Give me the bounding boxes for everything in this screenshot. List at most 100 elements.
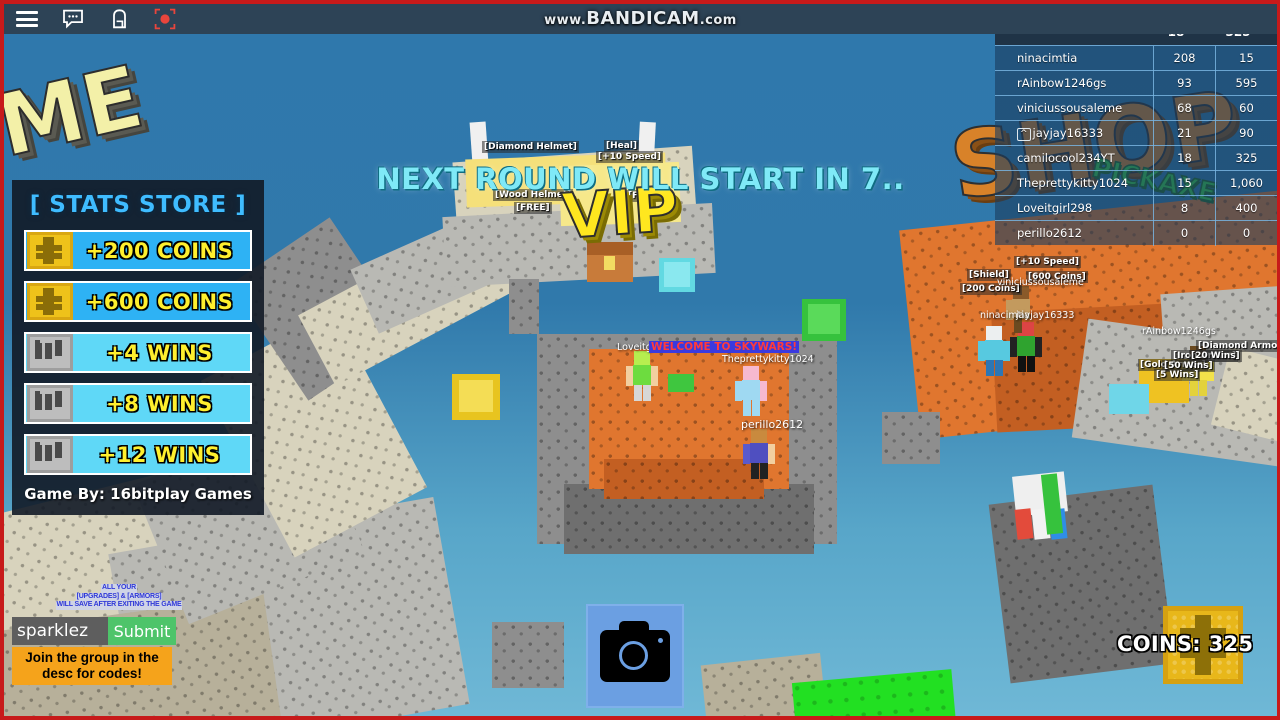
leaderboard-row-coins: 60	[1215, 95, 1277, 121]
store-button-label: +12 WINS	[98, 442, 221, 467]
leaderboard-row-name: viniciussousaleme	[1017, 101, 1123, 115]
chest-lid	[587, 242, 633, 255]
record-icon[interactable]	[142, 4, 188, 34]
floating-gold-block	[459, 380, 493, 412]
store-button[interactable]: +12 WINS	[24, 434, 252, 475]
floating-stone-block	[492, 622, 564, 688]
leaderboard-row-coins: 325	[1215, 145, 1277, 171]
leaderboard-row: camilocool234YT 18 325	[995, 145, 1277, 171]
code-hint: Join the group in the desc for codes!	[12, 647, 172, 685]
stats-store-panel: [ STATS STORE ] +200 COINS +600 COINS +4 W…	[12, 180, 264, 515]
leaderboard-row-wins: 93	[1153, 70, 1215, 96]
menu-icon[interactable]	[4, 4, 50, 34]
store-button[interactable]: +4 WINS	[24, 332, 252, 373]
leaderboard-row-name: rAinbow1246gs	[1017, 76, 1107, 90]
leaderboard-row-wins: 21	[1153, 120, 1215, 146]
shop-item-tag: [+10 Speed]	[1014, 256, 1081, 268]
wins-icon	[27, 334, 73, 371]
store-button-label: +600 COINS	[85, 289, 234, 314]
shop-item-tag: [Wood Helmet]	[493, 189, 574, 201]
marker-red	[1014, 508, 1034, 540]
leaderboard-row-wins: 8	[1153, 195, 1215, 221]
shop-item-tag: [FREE]	[514, 202, 552, 214]
player-nametag: viniciussousaleme	[997, 277, 1084, 288]
backpack-icon[interactable]	[96, 4, 142, 34]
leaderboard-row-coins: 595	[1215, 70, 1277, 96]
stats-store-title: [ STATS STORE ]	[29, 192, 247, 218]
leaderboard-row-name: ^ jayjay16333	[995, 126, 1153, 141]
leaderboard-rows: ninacimtia 208 15 rAinbow1246gs 93 595 viniciu…	[995, 45, 1277, 246]
player-nametag: perillo2612	[741, 418, 804, 431]
floating-diamond-block	[664, 262, 690, 287]
leaderboard-row-name: Theprettykitty1024	[1017, 176, 1129, 190]
leaderboard: camilocool234YT Account: <13 Wins 18 Coi…	[995, 4, 1277, 246]
leaderboard-row-wins: 208	[1153, 45, 1215, 71]
leaderboard-row-coins: 90	[1215, 120, 1277, 146]
game-screen: ME SHOP VIP PICKAXE [Diamond Helmet][Woo…	[0, 0, 1280, 720]
leaderboard-row-coins: 15	[1215, 45, 1277, 71]
leaderboard-row-coins: 400	[1215, 195, 1277, 221]
coins-hud-label: COINS: 325	[1117, 632, 1254, 656]
world-text-game: ME	[0, 46, 153, 178]
wins-icon	[27, 385, 73, 422]
diamond-block	[1109, 384, 1149, 414]
game-credit: Game By: 16bitplay Games	[24, 485, 252, 503]
shop-item-tag: [Diamond Helmet]	[482, 141, 579, 153]
coins-hud: COINS: 325	[1117, 606, 1255, 698]
leaderboard-row-wins: 15	[1153, 170, 1215, 196]
leaderboard-row-name: Loveitgirl298	[1017, 201, 1093, 215]
player-nametag: Theprettykitty1024	[722, 354, 814, 365]
leaderboard-row-name: perillo2612	[1017, 226, 1082, 240]
leaderboard-row: Loveitgirl298 8 400	[995, 195, 1277, 221]
camera-button[interactable]	[586, 604, 684, 708]
shop-item-tag: [+10 Speed]	[596, 151, 663, 163]
chat-icon[interactable]	[50, 4, 96, 34]
save-notice-line2: [UPGRADES] & [ARMORS]	[75, 592, 163, 601]
save-notice-line3: WILL SAVE AFTER EXITING THE GAME	[55, 601, 183, 610]
player-badge-icon: ^	[1017, 127, 1031, 141]
store-button-label: +8 WINS	[106, 391, 213, 416]
leaderboard-row-coins: 1,060	[1215, 170, 1277, 196]
code-entry-row: Submit	[12, 617, 176, 645]
leaderboard-row: viniciussousaleme 68 60	[995, 95, 1277, 121]
roblox-topbar	[4, 4, 1277, 34]
player-nametag: jayjay16333	[1016, 310, 1075, 321]
leaderboard-row-coins: 0	[1215, 220, 1277, 246]
leaderboard-row: rAinbow1246gs 93 595	[995, 70, 1277, 96]
welcome-banner: WELCOME TO SKYWARS!	[649, 341, 800, 353]
store-button-label: +4 WINS	[106, 340, 213, 365]
store-button-label: +200 COINS	[85, 238, 234, 263]
store-button[interactable]: +600 COINS	[24, 281, 252, 322]
camera-flash-icon	[658, 638, 663, 643]
leaderboard-row-name: camilocool234YT	[1017, 151, 1115, 165]
leaderboard-row: ^ jayjay16333 21 90	[995, 120, 1277, 146]
leaderboard-row: Theprettykitty1024 15 1,060	[995, 170, 1277, 196]
leaderboard-row: ninacimtia 208 15	[995, 45, 1277, 71]
leaderboard-row: perillo2612 0 0	[995, 220, 1277, 246]
grass-block	[668, 374, 694, 392]
coin-icon	[27, 283, 73, 320]
leaderboard-row-name: ninacimtia	[1017, 51, 1078, 65]
floating-stone-block	[882, 412, 940, 464]
save-notice-line1: ALL YOUR	[101, 584, 137, 593]
wins-icon	[27, 436, 73, 473]
store-button[interactable]: +200 COINS	[24, 230, 252, 271]
coin-icon	[27, 232, 73, 269]
player-nametag: rAinbow1246gs	[1142, 326, 1216, 337]
shop-item-tag: [FREE]	[626, 190, 664, 202]
center-island-top	[604, 459, 764, 499]
camera-lens-icon	[619, 641, 648, 670]
stats-store-buttons: +200 COINS +600 COINS +4 WINS +8 WINS +12 WI…	[24, 230, 252, 475]
floating-stone-block	[509, 279, 539, 334]
chest-lock	[604, 256, 615, 270]
camera-icon	[600, 621, 670, 682]
leaderboard-row-wins: 0	[1153, 220, 1215, 246]
code-submit-button[interactable]: Submit	[108, 617, 176, 645]
shop-item-tag: [5 Wins]	[1154, 369, 1201, 381]
store-button[interactable]: +8 WINS	[24, 383, 252, 424]
floating-grass-block	[808, 304, 840, 334]
save-notice: ALL YOUR [UPGRADES] & [ARMORS] WILL SAVE…	[44, 584, 194, 610]
code-input[interactable]	[12, 617, 108, 645]
leaderboard-row-wins: 68	[1153, 95, 1215, 121]
leaderboard-row-wins: 18	[1153, 145, 1215, 171]
